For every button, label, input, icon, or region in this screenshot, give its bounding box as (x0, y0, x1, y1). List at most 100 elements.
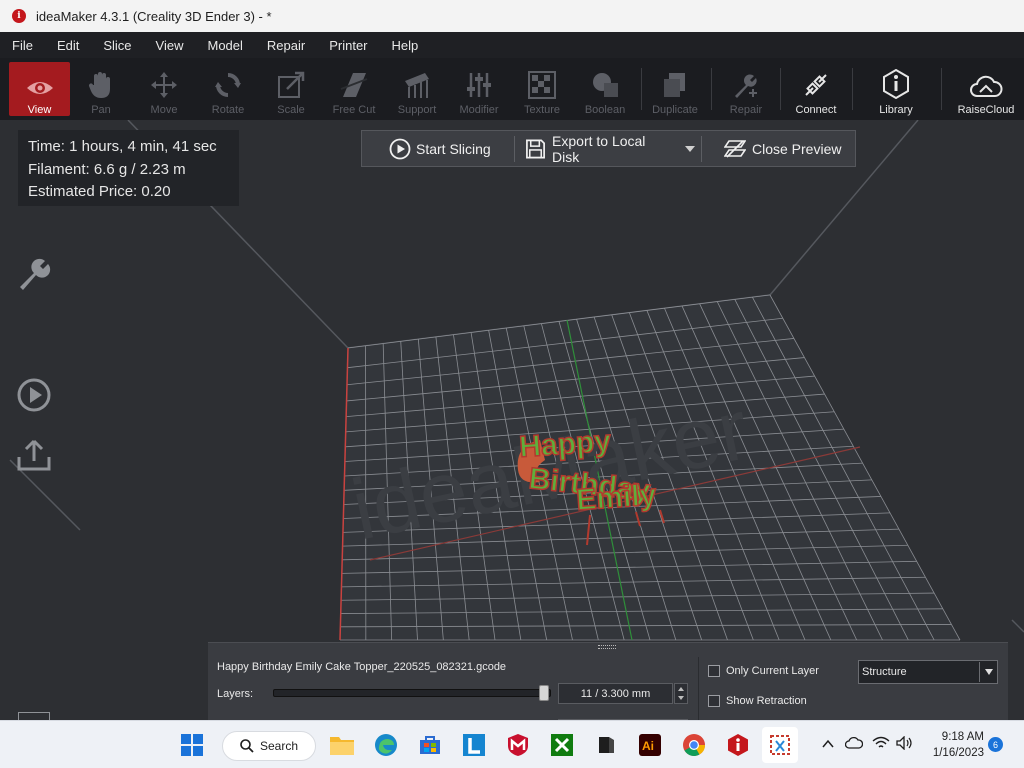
checker-icon (528, 71, 556, 99)
upload-icon (17, 439, 51, 471)
windows-logo-icon (181, 734, 203, 756)
repair-button[interactable]: Repair (720, 62, 772, 116)
move-button[interactable]: Move (138, 62, 190, 116)
volume-icon[interactable] (896, 735, 914, 755)
slice-info-panel: Time: 1 hours, 4 min, 41 sec Filament: 6… (18, 130, 239, 206)
free-cut-button[interactable]: Free Cut (326, 62, 382, 116)
edge-browser-icon[interactable] (372, 731, 400, 759)
viewport-edge (1008, 642, 1024, 722)
scale-icon (278, 71, 305, 98)
estimated-price: Estimated Price: 0.20 (28, 183, 171, 200)
play-preview-button[interactable] (16, 377, 52, 418)
cut-plane-icon (340, 73, 368, 97)
show-retraction-checkbox[interactable]: Show Retraction (708, 695, 807, 708)
file-explorer-icon[interactable] (328, 731, 356, 759)
model-text-line-1: Happy (518, 425, 612, 464)
menu-slice[interactable]: Slice (103, 38, 131, 53)
menu-bar: File Edit Slice View Model Repair Printe… (0, 32, 1024, 58)
menu-edit[interactable]: Edit (57, 38, 79, 53)
export-dropdown-button[interactable] (681, 131, 701, 166)
rotate-button[interactable]: Rotate (202, 62, 254, 116)
3d-viewport[interactable]: ideaMaker Happy Birthday Emily (0, 120, 1024, 720)
boolean-button[interactable]: Boolean (580, 62, 630, 116)
close-preview-button[interactable]: Close Preview (702, 131, 852, 166)
onedrive-icon[interactable] (844, 736, 864, 754)
checkbox-box[interactable] (708, 665, 720, 678)
hand-icon (88, 72, 110, 98)
view-button[interactable]: View (9, 62, 70, 116)
play-circle-icon (389, 138, 411, 159)
sliders-icon (467, 73, 491, 97)
menu-file[interactable]: File (12, 38, 33, 53)
app-l-icon[interactable] (460, 731, 488, 759)
raisecloud-button[interactable]: RaiseCloud (952, 62, 1020, 116)
checkbox-box[interactable] (708, 695, 720, 708)
illustrator-icon[interactable]: Ai (636, 731, 664, 759)
menu-help[interactable]: Help (392, 38, 419, 53)
layers-close-icon (724, 139, 746, 158)
toolbar-separator (941, 68, 942, 110)
panel-drag-handle[interactable] (598, 645, 616, 649)
clock-date: 1/16/2023 (932, 747, 984, 759)
pan-button[interactable]: Pan (76, 62, 126, 116)
start-slicing-button[interactable]: Start Slicing (362, 131, 514, 166)
taskbar-search[interactable]: Search (222, 731, 316, 761)
connect-button[interactable]: Connect (788, 62, 844, 116)
snipping-tool-icon[interactable] (762, 727, 798, 763)
windows-start-button[interactable] (178, 731, 206, 759)
xbox-icon[interactable] (548, 731, 576, 759)
spinner-arrows-icon (678, 687, 684, 700)
keyboard-icon[interactable] (18, 712, 50, 720)
menu-model[interactable]: Model (208, 38, 243, 53)
upload-button[interactable] (16, 437, 52, 478)
terminal-app-icon[interactable] (592, 731, 620, 759)
system-clock[interactable]: 9:18 AM 1/16/2023 (922, 729, 984, 761)
save-disk-icon (526, 139, 545, 158)
chrome-icon[interactable] (680, 731, 708, 759)
model-text-line-3: Emily (575, 478, 657, 517)
menu-printer[interactable]: Printer (329, 38, 367, 53)
notification-badge[interactable]: 6 (988, 737, 1003, 752)
wifi-icon[interactable] (872, 736, 890, 755)
library-icon (883, 69, 909, 99)
main-toolbar: View Pan Move Rotate Scale Free Cut Supp… (0, 58, 1024, 120)
print-bed-scene: ideaMaker Happy Birthday Emily (9, 120, 1024, 641)
gcode-filename: Happy Birthday Emily Cake Topper_220525_… (217, 661, 507, 673)
boolean-shapes-icon (593, 73, 618, 97)
view-mode-select[interactable]: Structure (858, 660, 998, 684)
layer-value-field[interactable]: 11 / 3.300 mm (558, 683, 673, 704)
toolbar-separator (852, 68, 853, 110)
microsoft-store-icon[interactable] (416, 731, 444, 759)
export-local-disk-button[interactable]: Export to Local Disk (515, 131, 681, 166)
support-button[interactable]: Support (392, 62, 442, 116)
wrench-plus-icon (735, 74, 757, 98)
ideamaker-taskbar-icon[interactable] (724, 731, 752, 759)
only-current-layer-checkbox[interactable]: Only Current Layer (708, 665, 819, 678)
layer-spinner[interactable] (674, 683, 688, 704)
toolbar-separator (641, 68, 642, 110)
duplicate-button[interactable]: Duplicate (648, 62, 702, 116)
layer-slider[interactable] (273, 685, 551, 701)
search-icon (240, 739, 254, 753)
scale-button[interactable]: Scale (266, 62, 316, 116)
settings-wrench-button[interactable] (16, 256, 52, 297)
modifier-button[interactable]: Modifier (455, 62, 503, 116)
support-icon (405, 73, 429, 98)
chevron-down-icon (979, 662, 997, 682)
print-time: Time: 1 hours, 4 min, 41 sec (28, 138, 217, 155)
mcafee-icon[interactable] (504, 731, 532, 759)
title-bar: i ideaMaker 4.3.1 (Creality 3D Ender 3) … (0, 0, 1024, 32)
library-button[interactable]: Library (868, 62, 924, 116)
panel-divider (698, 657, 699, 723)
menu-repair[interactable]: Repair (267, 38, 305, 53)
layer-slider-handle[interactable] (539, 685, 550, 701)
menu-view[interactable]: View (156, 38, 184, 53)
play-circle-icon (17, 378, 51, 412)
toolbar-separator (711, 68, 712, 110)
connect-icon (805, 74, 827, 96)
chevron-up-icon[interactable] (822, 736, 834, 754)
texture-button[interactable]: Texture (517, 62, 567, 116)
wrench-icon (20, 258, 51, 290)
rotate-icon (215, 73, 241, 97)
layers-label: Layers: (217, 688, 254, 700)
